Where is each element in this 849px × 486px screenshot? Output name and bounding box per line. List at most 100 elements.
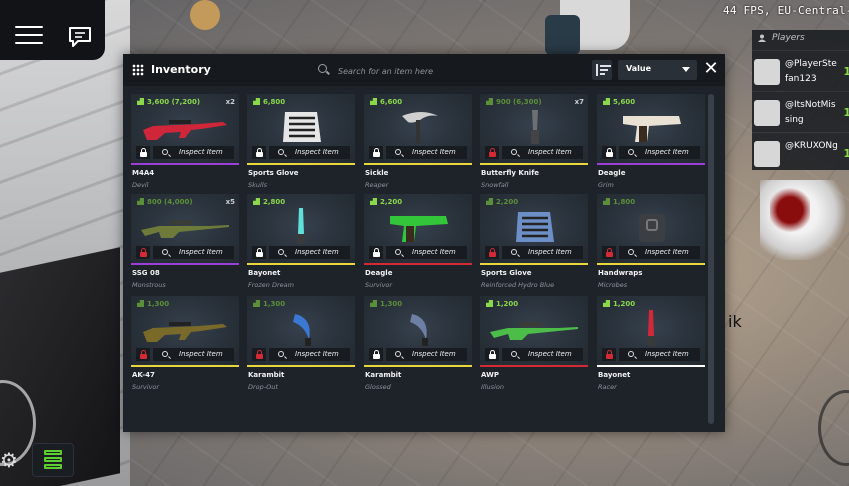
lock-button[interactable] <box>602 348 616 361</box>
inventory-item-card[interactable]: 5,600 Inspect Item Deagle Grim <box>597 94 705 194</box>
inspect-item-button[interactable]: Inspect Item <box>386 348 467 361</box>
inventory-item-card[interactable]: 2,200 Inspect Item Deagle Survivor <box>364 194 472 294</box>
lock-button[interactable] <box>369 348 383 361</box>
avatar <box>754 100 780 126</box>
search-icon <box>628 351 634 357</box>
lock-button[interactable] <box>369 246 383 259</box>
player-name: @PlayerSte fan123 <box>785 59 837 84</box>
money-icon <box>137 300 144 307</box>
item-quantity: x7 <box>574 98 584 106</box>
inventory-item-card[interactable]: 1,300 Inspect Item Karambit Drop-Out <box>247 296 355 396</box>
chevron-down-icon <box>682 67 690 72</box>
inspect-item-button[interactable]: Inspect Item <box>269 146 350 159</box>
pistol-icon <box>390 216 448 242</box>
lock-button[interactable] <box>136 348 150 361</box>
lock-button[interactable] <box>485 246 499 259</box>
lock-button[interactable] <box>485 348 499 361</box>
inspect-item-button[interactable]: Inspect Item <box>619 146 700 159</box>
scrollbar[interactable] <box>708 94 714 424</box>
item-skin: Drop-Out <box>248 383 278 391</box>
item-quantity: x5 <box>225 198 235 206</box>
inspect-item-button[interactable]: Inspect Item <box>619 348 700 361</box>
inventory-toggle-button[interactable] <box>32 443 74 477</box>
inventory-item-card[interactable]: 2,800 Inspect Item Bayonet Frozen Dream <box>247 194 355 294</box>
inspect-item-button[interactable]: Inspect Item <box>269 348 350 361</box>
player-name: @ItsNotMis sing <box>785 100 836 125</box>
inventory-item-card[interactable]: 1,300 Inspect Item Karambit Glossed <box>364 296 472 396</box>
player-row[interactable]: @ItsNotMis sing 1 <box>752 91 849 132</box>
rarity-bar <box>247 365 355 367</box>
inventory-item-card[interactable]: 800 (4,000) x5 Inspect Item SSG 08 Monst… <box>131 194 239 294</box>
lock-button[interactable] <box>252 146 266 159</box>
search-input[interactable] <box>336 61 580 81</box>
scroll-thumb[interactable] <box>708 94 714 424</box>
menu-icon[interactable] <box>15 26 43 46</box>
lock-button[interactable] <box>136 146 150 159</box>
inventory-item-card[interactable]: 6,600 Inspect Item Sickle Reaper <box>364 94 472 194</box>
inspect-item-label: Inspect Item <box>295 248 339 256</box>
inspect-item-label: Inspect Item <box>528 350 572 358</box>
inspect-item-button[interactable]: Inspect Item <box>502 348 583 361</box>
sort-select[interactable]: Value <box>618 60 697 80</box>
world-text: ik <box>728 312 742 331</box>
inventory-item-card[interactable]: 6,800 Inspect Item Sports Glove Skulls <box>247 94 355 194</box>
lock-icon <box>489 148 496 157</box>
search-icon <box>395 249 401 255</box>
lock-button[interactable] <box>252 246 266 259</box>
item-price-value: 900 (6,300) <box>496 98 542 106</box>
lock-button[interactable] <box>369 146 383 159</box>
lock-button[interactable] <box>485 146 499 159</box>
item-price: 3,600 (7,200) <box>137 98 200 106</box>
inspect-item-button[interactable]: Inspect Item <box>502 146 583 159</box>
rarity-bar <box>597 263 705 265</box>
player-row[interactable]: @PlayerSte fan123 1 <box>752 50 849 91</box>
search-icon <box>162 249 168 255</box>
inspect-item-label: Inspect Item <box>179 350 223 358</box>
lock-button[interactable] <box>252 348 266 361</box>
money-icon <box>603 198 610 205</box>
search-icon <box>162 351 168 357</box>
lock-button[interactable] <box>602 246 616 259</box>
players-icon <box>758 34 766 42</box>
money-icon <box>253 198 260 205</box>
lock-icon <box>140 248 147 257</box>
item-price: 1,300 <box>253 300 285 308</box>
inventory-item-card[interactable]: 1,800 Inspect Item Handwraps Microbes <box>597 194 705 294</box>
lock-icon <box>256 350 263 359</box>
inspect-item-button[interactable]: Inspect Item <box>153 246 234 259</box>
search-icon <box>318 64 327 73</box>
inspect-item-button[interactable]: Inspect Item <box>153 146 234 159</box>
player-character-body <box>545 15 580 55</box>
rarity-bar <box>597 163 705 165</box>
item-name: Handwraps <box>598 269 643 277</box>
inspect-item-button[interactable]: Inspect Item <box>269 246 350 259</box>
search-bar[interactable] <box>318 60 588 81</box>
inventory-item-card[interactable]: 1,300 Inspect Item AK-47 Survivor <box>131 296 239 396</box>
inspect-item-button[interactable]: Inspect Item <box>386 246 467 259</box>
inspect-item-button[interactable]: Inspect Item <box>502 246 583 259</box>
inspect-item-button[interactable]: Inspect Item <box>386 146 467 159</box>
inventory-item-card[interactable]: 1,200 Inspect Item AWP Illusion <box>480 296 588 396</box>
inspect-item-button[interactable]: Inspect Item <box>153 348 234 361</box>
lock-button[interactable] <box>136 246 150 259</box>
close-button[interactable]: ✕ <box>703 60 719 78</box>
inventory-item-card[interactable]: 3,600 (7,200) x2 Inspect Item M4A4 Devil <box>131 94 239 194</box>
item-name: Deagle <box>598 169 626 177</box>
inventory-item-card[interactable]: 900 (6,300) x7 Inspect Item Butterfly Kn… <box>480 94 588 194</box>
search-icon <box>628 149 634 155</box>
lock-button[interactable] <box>602 146 616 159</box>
player-row[interactable]: @KRUXONg 1 <box>752 132 849 173</box>
inventory-item-card[interactable]: 2,200 Inspect Item Sports Glove Reinforc… <box>480 194 588 294</box>
item-price-value: 1,300 <box>147 300 170 308</box>
rarity-bar <box>597 365 705 367</box>
inspect-item-label: Inspect Item <box>295 148 339 156</box>
chat-button[interactable] <box>56 18 104 58</box>
item-skin: Microbes <box>598 281 628 289</box>
item-price: 2,200 <box>486 198 518 206</box>
inspect-item-button[interactable]: Inspect Item <box>619 246 700 259</box>
lock-icon <box>606 350 613 359</box>
inventory-item-card[interactable]: 1,200 Inspect Item Bayonet Racer <box>597 296 705 396</box>
item-price: 900 (6,300) <box>486 98 542 106</box>
sort-button[interactable] <box>592 60 612 80</box>
gear-icon[interactable]: ⚙ <box>0 448 24 472</box>
